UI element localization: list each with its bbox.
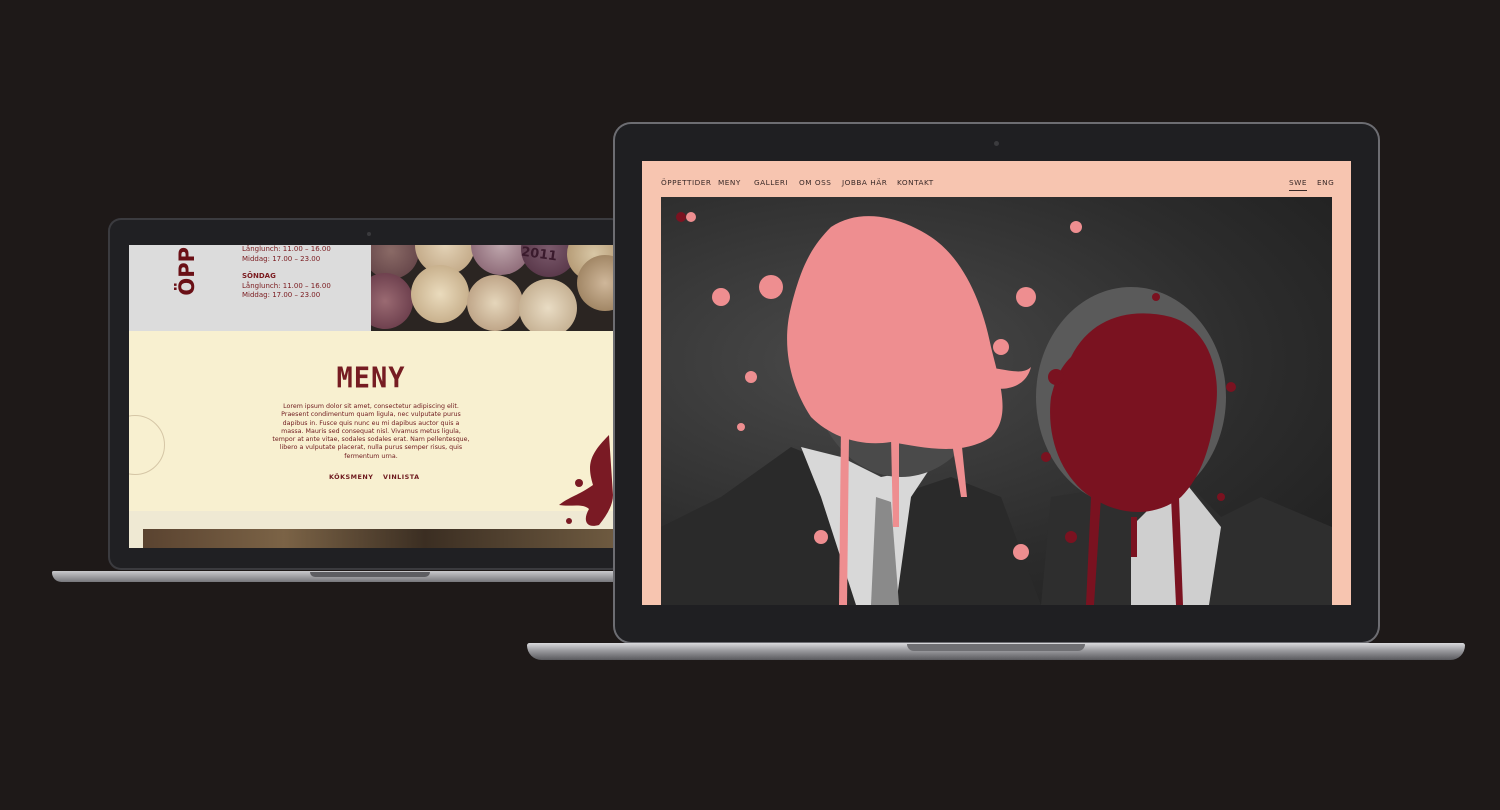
- nav-galleri[interactable]: GALLERI: [754, 178, 788, 187]
- nav-meny[interactable]: MENY: [718, 178, 741, 187]
- menu-description: Lorem ipsum dolor sit amet, consectetur …: [272, 403, 470, 460]
- hours-day-heading: SÖNDAG: [242, 272, 276, 280]
- front-laptop-screen: ÖPPETTIDER MENY GALLERI OM OSS JOBBA HÄR…: [642, 161, 1351, 605]
- opening-hours-section: ÖPP Långlunch: 11.00 – 16.00 Middag: 17.…: [129, 245, 371, 331]
- opening-hours-heading: ÖPP: [175, 247, 199, 296]
- restaurant-photo: [143, 529, 613, 548]
- hero-illustration: [661, 212, 1332, 605]
- nav-om-oss[interactable]: OM OSS: [799, 178, 831, 187]
- back-laptop-notch: [310, 572, 430, 577]
- language-eng[interactable]: ENG: [1317, 178, 1334, 187]
- nav-kontakt[interactable]: KONTAKT: [897, 178, 934, 187]
- vinlista-link[interactable]: VINLISTA: [383, 473, 420, 481]
- front-laptop-camera: [994, 141, 999, 146]
- hours-line: Långlunch: 11.00 – 16.00: [242, 282, 331, 290]
- wine-corks-image: 2011: [371, 245, 613, 331]
- nav-jobba-har[interactable]: JOBBA HÄR: [842, 178, 887, 187]
- hours-line: Middag: 17.00 – 23.00: [242, 255, 321, 263]
- back-laptop-screen: ÖPP Långlunch: 11.00 – 16.00 Middag: 17.…: [129, 245, 613, 548]
- nav-oppettider[interactable]: ÖPPETTIDER: [661, 178, 711, 187]
- koksmeny-link[interactable]: KÖKSMENY: [329, 473, 373, 481]
- language-swe[interactable]: SWE: [1289, 178, 1307, 191]
- hours-line: Middag: 17.00 – 23.00: [242, 291, 321, 299]
- menu-title: MENY: [336, 362, 406, 395]
- hero-image: [661, 197, 1332, 605]
- back-laptop-camera: [367, 232, 371, 236]
- wine-splatter: [559, 435, 613, 526]
- front-laptop-notch: [907, 644, 1085, 651]
- hours-line: Långlunch: 11.00 – 16.00: [242, 245, 331, 253]
